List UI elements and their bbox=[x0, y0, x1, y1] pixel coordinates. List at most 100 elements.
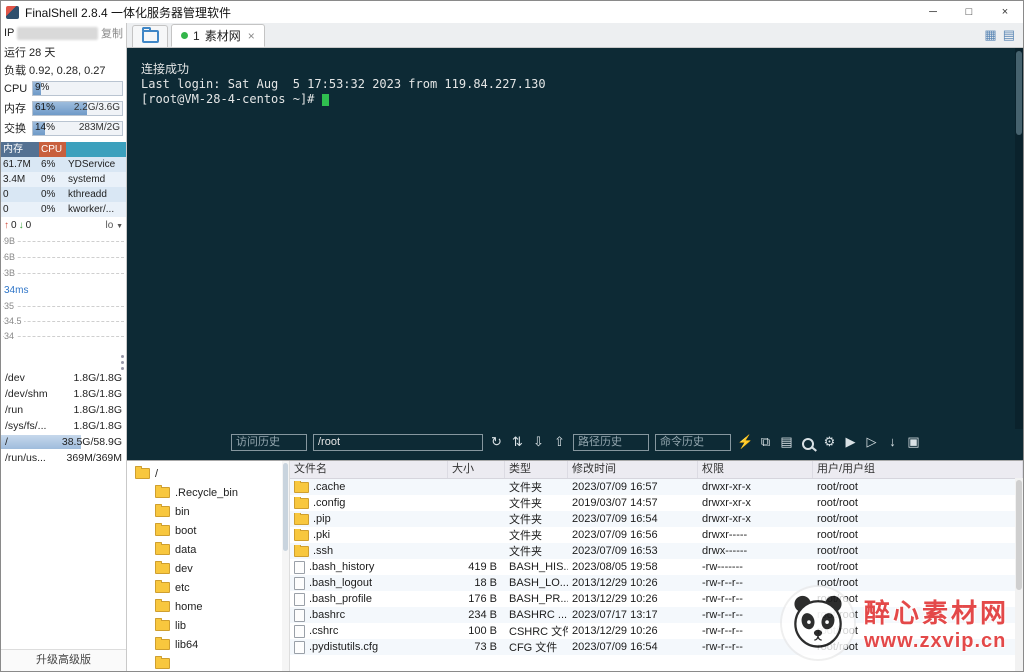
terminal[interactable]: 连接成功 Last login: Sat Aug 5 17:53:32 2023… bbox=[127, 48, 1023, 429]
tree-root[interactable]: / bbox=[127, 464, 289, 483]
watermark: 醉心素材网 www.zxvip.cn bbox=[781, 587, 1009, 659]
tree-item[interactable]: home bbox=[127, 597, 289, 616]
path-history-input[interactable] bbox=[573, 433, 649, 451]
file-icon bbox=[294, 560, 305, 574]
swap-detail: 283M/2G bbox=[78, 121, 120, 133]
folder-icon bbox=[135, 466, 150, 479]
tree-item[interactable]: etc bbox=[127, 578, 289, 597]
proc-cpu: 6% bbox=[41, 159, 56, 170]
table-row[interactable]: .config 文件夹 2019/03/07 14:57 drwxr-xr-x … bbox=[290, 495, 1023, 511]
cpu-label: CPU bbox=[4, 82, 28, 95]
upgrade-button[interactable]: 升级高级版 bbox=[1, 649, 126, 671]
download-rate: 0 bbox=[25, 220, 32, 231]
tree-item[interactable]: boot bbox=[127, 521, 289, 540]
disk-row[interactable]: /dev 1.8G/1.8G bbox=[1, 370, 126, 386]
scrollbar-thumb[interactable] bbox=[1016, 51, 1022, 135]
gear-icon[interactable]: ⚙ bbox=[822, 433, 837, 451]
memory-row: 内存 61% 2.2G/3.6G bbox=[1, 98, 126, 118]
proc-header-name[interactable] bbox=[66, 142, 126, 157]
search-icon[interactable] bbox=[802, 437, 814, 450]
process-row: 61.7M 6% YDService bbox=[1, 157, 126, 172]
tree-item[interactable]: lib64 bbox=[127, 635, 289, 654]
tree-item[interactable]: lib bbox=[127, 616, 289, 635]
col-mtime[interactable]: 修改时间 bbox=[568, 461, 698, 478]
tree-scrollbar[interactable] bbox=[282, 461, 289, 671]
bolt-icon[interactable]: ⚡ bbox=[737, 433, 753, 451]
terminal-line: 连接成功 bbox=[141, 62, 190, 76]
run-icon[interactable]: ▶ bbox=[843, 433, 858, 451]
swap-row: 交换 14% 283M/2G bbox=[1, 118, 126, 138]
scrollbar-thumb[interactable] bbox=[283, 463, 288, 551]
down-arrow-icon[interactable]: ↓ bbox=[885, 433, 900, 451]
col-size[interactable]: 大小 bbox=[448, 461, 505, 478]
col-owner[interactable]: 用户/用户组 bbox=[813, 461, 1023, 478]
tree-item[interactable]: data bbox=[127, 540, 289, 559]
net-grid-label: 6B bbox=[4, 252, 18, 262]
terminal-toolbar: ↻ ⇅ ⇩ ⇧ ⚡ ⧉ ▤ ⚙ ▶ ▷ ↓ ▣ bbox=[127, 429, 1023, 460]
table-row[interactable]: .pip 文件夹 2023/07/09 16:54 drwxr-xr-x roo… bbox=[290, 511, 1023, 527]
tab-count: 1 bbox=[193, 28, 200, 43]
table-row[interactable]: .pki 文件夹 2023/07/09 16:56 drwxr----- roo… bbox=[290, 527, 1023, 543]
table-row[interactable]: .ssh 文件夹 2023/07/09 16:53 drwx------ roo… bbox=[290, 543, 1023, 559]
col-perm[interactable]: 权限 bbox=[698, 461, 813, 478]
run-alt-icon[interactable]: ▷ bbox=[864, 433, 879, 451]
table-row[interactable]: .bash_history 419 B BASH_HIS... 2023/08/… bbox=[290, 559, 1023, 575]
maximize-button[interactable]: □ bbox=[951, 1, 987, 23]
tab-close-icon[interactable]: × bbox=[248, 29, 255, 43]
tree-item-partial[interactable] bbox=[127, 654, 289, 671]
disk-row[interactable]: /sys/fs/... 1.8G/1.8G bbox=[1, 418, 126, 434]
folder-icon bbox=[155, 542, 170, 555]
command-history-input[interactable] bbox=[655, 433, 731, 451]
scrollbar-thumb[interactable] bbox=[1016, 480, 1022, 590]
current-path-input[interactable] bbox=[313, 433, 483, 451]
terminal-scrollbar[interactable] bbox=[1015, 48, 1023, 429]
connected-status-icon bbox=[181, 32, 188, 39]
grid-view-icon[interactable]: ▦ bbox=[984, 27, 996, 43]
interface-selector[interactable]: lo ▼ bbox=[105, 220, 123, 231]
sync-updown-icon[interactable]: ⇅ bbox=[510, 433, 525, 451]
proc-cpu: 0% bbox=[41, 174, 56, 185]
table-row[interactable]: .cache 文件夹 2023/07/09 16:57 drwxr-xr-x r… bbox=[290, 479, 1023, 495]
table-scrollbar[interactable] bbox=[1015, 478, 1023, 671]
session-tab[interactable]: 1 素材网 × bbox=[171, 24, 265, 47]
disk-row[interactable]: /run/us... 369M/369M bbox=[1, 450, 126, 466]
process-table: 内存 CPU 61.7M 6% YDService 3.4M 0% system… bbox=[1, 142, 126, 217]
connections-tab[interactable] bbox=[132, 25, 168, 47]
proc-cpu: 0% bbox=[41, 189, 56, 200]
close-button[interactable]: × bbox=[987, 1, 1023, 23]
proc-mem: 0 bbox=[3, 204, 9, 215]
upload-icon[interactable]: ⇧ bbox=[552, 433, 567, 451]
disk-row[interactable]: /dev/shm 1.8G/1.8G bbox=[1, 386, 126, 402]
proc-header-mem[interactable]: 内存 bbox=[1, 142, 39, 157]
process-row: 0 0% kthreadd bbox=[1, 187, 126, 202]
tree-item[interactable]: .Recycle_bin bbox=[127, 483, 289, 502]
panel-icon[interactable]: ▤ bbox=[779, 433, 794, 451]
proc-header-cpu[interactable]: CPU bbox=[39, 142, 66, 157]
col-type[interactable]: 类型 bbox=[505, 461, 568, 478]
proc-cpu: 0% bbox=[41, 204, 56, 215]
window-title: FinalShell 2.8.4 一体化服务器管理软件 bbox=[25, 5, 232, 20]
download-icon[interactable]: ⇩ bbox=[531, 433, 546, 451]
disk-row-selected[interactable]: /38.5G/58.9G bbox=[1, 434, 126, 450]
disk-row[interactable]: /run 1.8G/1.8G bbox=[1, 402, 126, 418]
col-filename[interactable]: 文件名 bbox=[290, 461, 448, 478]
split-view-icon[interactable]: ▤ bbox=[1003, 27, 1015, 43]
network-header: ↑ 0 ↓ 0 lo ▼ bbox=[1, 217, 126, 231]
splitter-handle[interactable] bbox=[121, 355, 124, 358]
minimize-button[interactable]: ─ bbox=[915, 1, 951, 23]
folder-icon bbox=[155, 656, 170, 669]
terminal-prompt-line: [root@VM-28-4-centos ~]# bbox=[141, 92, 1023, 107]
download-arrow-icon: ↓ bbox=[18, 220, 24, 231]
folder-icon bbox=[155, 637, 170, 650]
copy-ip-button[interactable]: 复制 bbox=[101, 25, 123, 41]
monitor-icon[interactable]: ▣ bbox=[906, 433, 921, 451]
copy-icon[interactable]: ⧉ bbox=[758, 433, 773, 451]
access-history-input[interactable] bbox=[231, 433, 307, 451]
tree-item[interactable]: bin bbox=[127, 502, 289, 521]
watermark-url: www.zxvip.cn bbox=[863, 630, 1007, 652]
tree-item[interactable]: dev bbox=[127, 559, 289, 578]
refresh-icon[interactable]: ↻ bbox=[489, 433, 504, 451]
folder-icon bbox=[294, 481, 309, 493]
ping-grid-label: 34.5 bbox=[4, 316, 24, 326]
terminal-prompt: [root@VM-28-4-centos ~]# bbox=[141, 92, 322, 106]
